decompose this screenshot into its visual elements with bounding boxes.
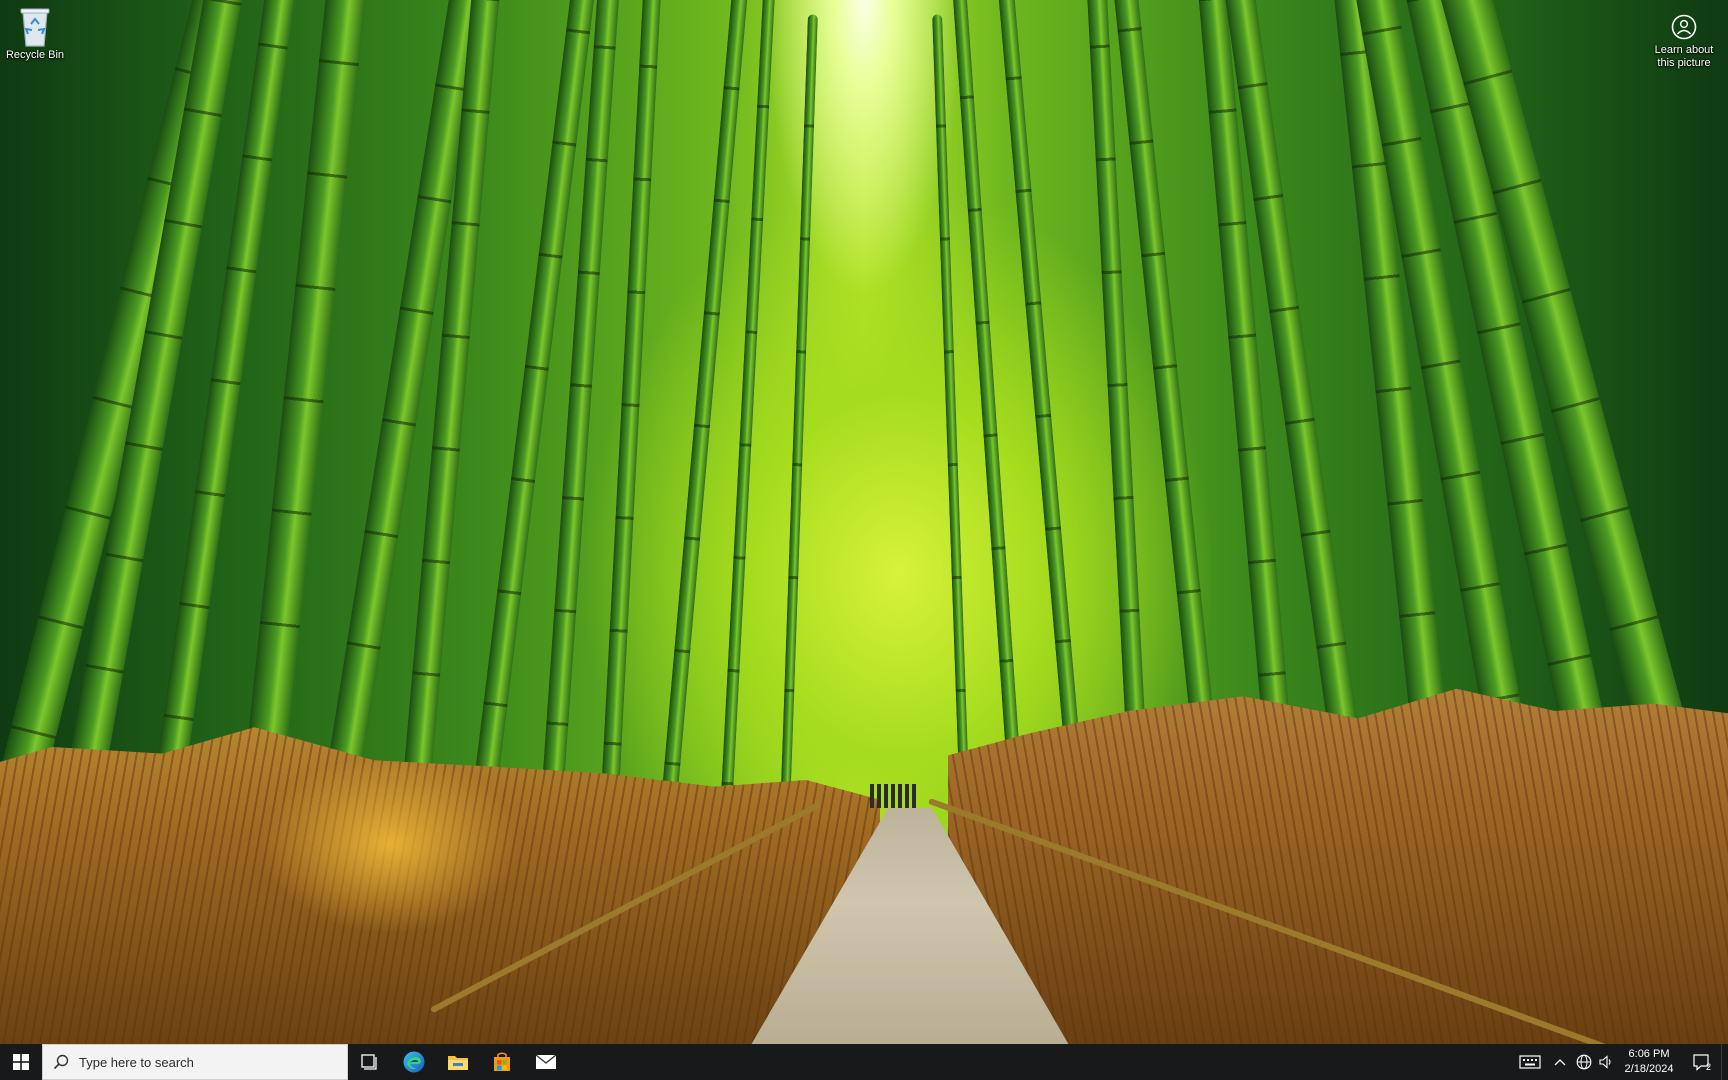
mail-icon <box>535 1054 557 1069</box>
show-hidden-icons-button[interactable] <box>1547 1044 1573 1080</box>
recycle-bin-icon <box>15 4 55 48</box>
recycle-bin-shortcut[interactable]: Recycle Bin <box>4 4 66 61</box>
network-button[interactable] <box>1573 1044 1595 1080</box>
chevron-up-icon <box>1554 1059 1566 1066</box>
search-placeholder: Type here to search <box>79 1054 194 1070</box>
taskbar: Type here to search 6:06 PM 2/18/2024 2 <box>0 1044 1728 1080</box>
learn-about-label-line2: this picture <box>1657 57 1711 69</box>
mail-taskbar-button[interactable] <box>524 1044 568 1080</box>
clock-time: 6:06 PM <box>1628 1048 1670 1060</box>
camera-lens-icon <box>1671 14 1697 40</box>
store-taskbar-button[interactable] <box>480 1044 524 1080</box>
desktop-wallpaper <box>0 0 1728 1044</box>
taskbar-search-box[interactable]: Type here to search <box>42 1044 348 1080</box>
volume-icon <box>1599 1055 1611 1069</box>
edge-icon <box>403 1051 425 1073</box>
show-desktop-button[interactable] <box>1721 1044 1728 1080</box>
windows-logo-icon <box>13 1054 29 1070</box>
taskbar-clock[interactable]: 6:06 PM 2/18/2024 <box>1617 1047 1681 1077</box>
distant-people <box>870 784 916 808</box>
touch-keyboard-button[interactable] <box>1513 1044 1547 1080</box>
task-view-button[interactable] <box>348 1044 392 1080</box>
search-icon <box>53 1054 69 1070</box>
edge-taskbar-button[interactable] <box>392 1044 436 1080</box>
system-tray: 6:06 PM 2/18/2024 2 <box>1513 1044 1728 1080</box>
learn-about-label-line1: Learn about <box>1654 44 1714 56</box>
task-view-icon <box>361 1054 377 1070</box>
learn-about-picture-button[interactable]: Learn about this picture <box>1644 6 1724 70</box>
desktop-icon-label: Recycle Bin <box>5 49 65 61</box>
folder-icon <box>448 1056 468 1070</box>
store-icon <box>494 1052 510 1071</box>
notification-count: 2 <box>1705 1062 1711 1072</box>
dry-grass-right <box>948 688 1728 1044</box>
start-button[interactable] <box>0 1044 42 1080</box>
keyboard-icon <box>1519 1055 1541 1069</box>
volume-button[interactable] <box>1595 1044 1617 1080</box>
clock-date: 2/18/2024 <box>1624 1063 1674 1075</box>
file-explorer-taskbar-button[interactable] <box>436 1044 480 1080</box>
network-icon <box>1576 1054 1592 1070</box>
action-center-button[interactable]: 2 <box>1681 1044 1721 1080</box>
